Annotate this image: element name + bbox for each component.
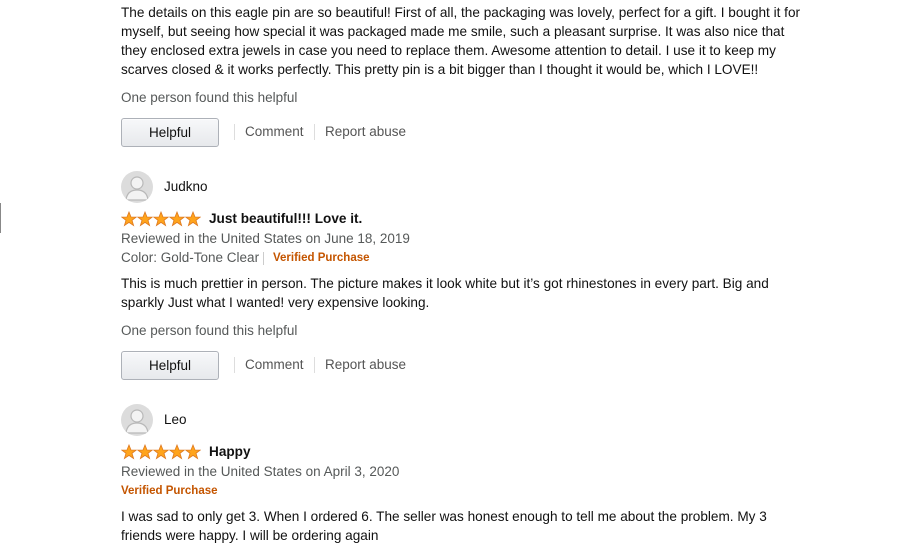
review-body: I was sad to only get 3. When I ordered … xyxy=(121,509,767,543)
action-separator xyxy=(234,124,235,140)
avatar[interactable] xyxy=(121,171,153,203)
review-title[interactable]: Just beautiful!!! Love it. xyxy=(209,211,362,226)
star-filled-icon xyxy=(185,211,201,227)
star-filled-icon xyxy=(137,444,153,460)
helpful-button[interactable]: Helpful xyxy=(121,118,219,147)
review-date: Reviewed in the United States on June 18… xyxy=(121,231,410,246)
left-edge-marker xyxy=(0,203,3,233)
star-filled-icon xyxy=(169,444,185,460)
review-body: This is much prettier in person. The pic… xyxy=(121,276,769,310)
comment-link[interactable]: Comment xyxy=(245,124,304,139)
helpful-count: One person found this helpful xyxy=(121,323,298,338)
report-abuse-link[interactable]: Report abuse xyxy=(325,124,406,139)
star-rating[interactable] xyxy=(121,211,201,227)
star-filled-icon xyxy=(121,211,137,227)
report-abuse-link[interactable]: Report abuse xyxy=(325,357,406,372)
star-filled-icon xyxy=(153,211,169,227)
helpful-count: One person found this helpful xyxy=(121,90,298,105)
review-body: The details on this eagle pin are so bea… xyxy=(121,5,801,77)
star-rating[interactable] xyxy=(121,444,201,460)
action-separator xyxy=(234,357,235,373)
reviewer-name[interactable]: Judkno xyxy=(164,179,208,194)
user-silhouette-icon xyxy=(125,176,149,201)
action-separator xyxy=(314,124,315,140)
star-filled-icon xyxy=(121,444,137,460)
star-filled-icon xyxy=(169,211,185,227)
review-title[interactable]: Happy xyxy=(209,444,251,459)
review-date: Reviewed in the United States on April 3… xyxy=(121,464,400,479)
star-filled-icon xyxy=(137,211,153,227)
reviewer-name[interactable]: Leo xyxy=(164,412,187,427)
verified-purchase-badge: Verified Purchase xyxy=(273,252,370,264)
star-filled-icon xyxy=(185,444,201,460)
helpful-button[interactable]: Helpful xyxy=(121,351,219,380)
verified-purchase-badge: Verified Purchase xyxy=(121,485,218,497)
comment-link[interactable]: Comment xyxy=(245,357,304,372)
star-filled-icon xyxy=(153,444,169,460)
user-silhouette-icon xyxy=(125,409,149,434)
avatar[interactable] xyxy=(121,404,153,436)
product-variant[interactable]: Color: Gold-Tone Clear xyxy=(121,250,259,265)
meta-separator xyxy=(263,252,264,265)
action-separator xyxy=(314,357,315,373)
